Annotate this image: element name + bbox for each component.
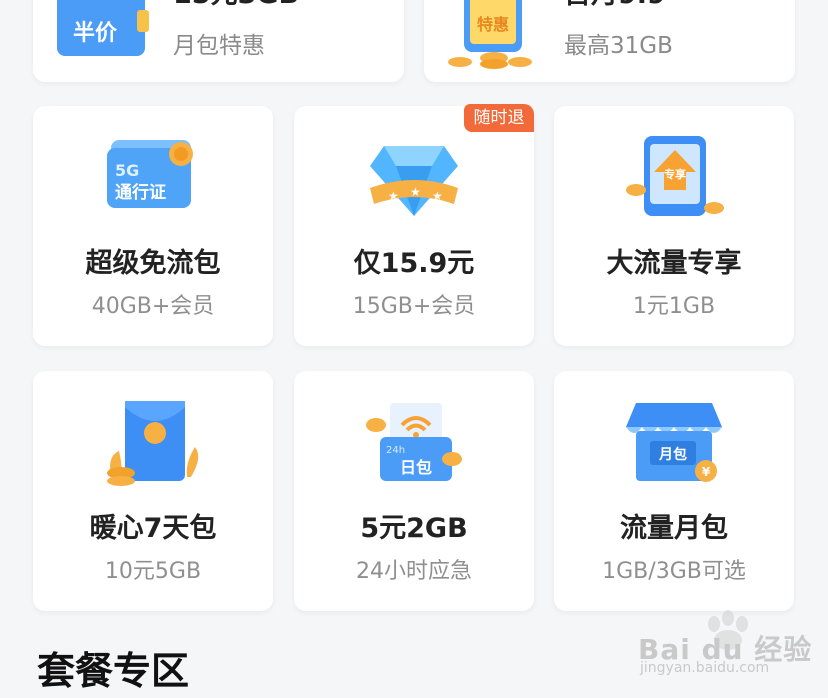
svg-text:★: ★ [432,189,443,203]
tile-subtitle: 24小时应急 [356,559,472,584]
package-tile-warm-7day[interactable]: 暖心7天包 10元5GB [33,371,273,611]
package-tile-5yuan-2gb[interactable]: 24h 日包 5元2GB 24小时应急 [294,371,534,611]
red-envelope-icon [107,401,199,486]
package-tile-big-data[interactable]: 专享 大流量专享 1元1GB [554,106,794,346]
svg-text:专享: 专享 [664,167,686,181]
half-price-card-icon: 半价 [57,0,149,56]
tile-subtitle: 1元1GB [632,294,716,319]
monthly-pack-store-icon: 月包 ¥ [626,403,722,482]
tile-title: 5元2GB [360,513,468,544]
tile-subtitle: 40GB+会员 [91,294,215,319]
daily-pack-wifi-icon: 24h 日包 [366,403,462,481]
tile-title: 超级免流包 [85,248,221,279]
svg-text:日包: 日包 [400,458,432,477]
tile-subtitle: 15GB+会员 [352,294,476,319]
watermark-url: jingyan.baidu.com [640,660,770,676]
diamond-stars-icon: ★ ★ ★ [370,146,458,216]
tile-title: 流量月包 [620,513,728,544]
offer-card-first-month[interactable]: 特惠 首月9.9 最高31GB [424,0,795,82]
svg-text:月包: 月包 [658,446,687,463]
package-tile-monthly[interactable]: 月包 ¥ 流量月包 1GB/3GB可选 [554,371,794,611]
offer-subtitle: 月包特惠 [173,33,265,59]
tile-title: 仅15.9元 [353,248,475,279]
tile-title: 暖心7天包 [89,513,217,544]
svg-text:★: ★ [410,185,421,199]
5g-pass-card-icon: 5G 通行证 [107,140,193,208]
refund-anytime-badge: 随时退 [464,104,534,132]
offer-title: 首月9.9 [564,0,666,11]
tile-title: 大流量专享 [606,248,742,279]
svg-text:通行证: 通行证 [115,182,166,203]
section-title: 套餐专区 [37,649,190,693]
special-offer-phone-icon: 特惠 [448,0,532,69]
tile-subtitle: 10元5GB [104,559,202,584]
svg-text:特惠: 特惠 [477,15,509,34]
offer-title: 15元3GB [173,0,299,11]
offer-subtitle: 最高31GB [564,33,673,59]
svg-text:¥: ¥ [702,465,711,479]
package-tile-15-9[interactable]: 随时退 ★ ★ ★ 仅15.9元 15GB+会员 [294,104,534,346]
svg-text:★: ★ [388,189,399,203]
exclusive-tablet-icon: 专享 [626,136,724,216]
svg-text:半价: 半价 [73,21,118,46]
package-tile-super-free[interactable]: 5G 通行证 超级免流包 40GB+会员 [33,106,273,346]
svg-text:24h: 24h [386,445,405,456]
offer-card-half-price[interactable]: 半价 15元3GB 月包特惠 [33,0,404,82]
svg-text:5G: 5G [115,161,139,180]
tile-subtitle: 1GB/3GB可选 [602,559,746,584]
